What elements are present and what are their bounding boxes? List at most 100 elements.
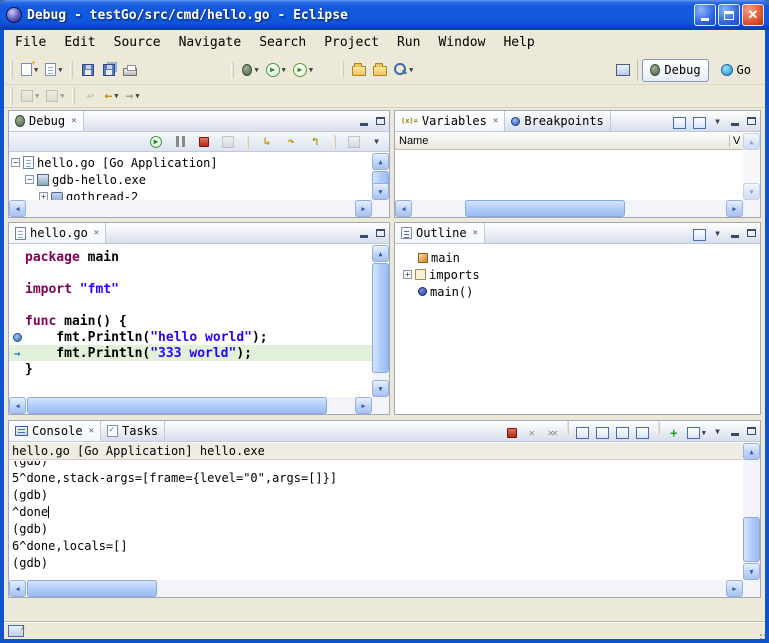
new-wizard-button[interactable]: ▼ [18,58,41,82]
last-edit-location-button[interactable]: ↩ [80,84,100,108]
view-minimize-button[interactable] [726,223,743,243]
scroll-up-button[interactable]: ▲ [743,443,760,460]
show-console-on-output-button[interactable] [633,421,653,445]
console-line[interactable]: (gdb) [12,488,743,505]
save-button[interactable] [78,58,98,82]
code-line[interactable]: fmt.Println("hello world"); [9,329,372,345]
variables-vertical-scrollbar[interactable]: ▲ ▼ [743,133,760,200]
scroll-left-button[interactable]: ◀ [9,200,26,217]
menu-navigate[interactable]: Navigate [170,33,251,52]
collapse-icon[interactable]: − [25,175,34,184]
titlebar[interactable]: Debug - testGo/src/cmd/hello.go - Eclips… [0,0,769,30]
code-line[interactable]: func main() { [9,313,372,329]
scroll-lock-button[interactable] [573,421,593,445]
print-button[interactable] [120,58,140,82]
view-menu-button[interactable]: ▼ [709,111,726,131]
scroll-down-button[interactable]: ▼ [372,380,389,397]
view-maximize-button[interactable] [743,421,760,441]
step-return-button[interactable]: ↰ [305,130,325,154]
open-resource-button[interactable] [349,58,369,82]
scroll-right-button[interactable]: ▶ [726,200,743,217]
scroll-up-button[interactable]: ▲ [372,245,389,262]
search-button[interactable]: ▼ [391,58,416,82]
code-line[interactable]: import "fmt" [9,281,372,297]
console-line[interactable]: (gdb) [12,461,743,471]
next-annotation-button[interactable]: ▼ [18,84,42,108]
open-console-button[interactable]: ▼ [684,421,709,445]
remove-all-terminated-button[interactable]: ✕✕ [542,421,562,445]
code-line[interactable]: → fmt.Println("333 world"); [9,345,372,361]
dropdown-arrow-icon[interactable]: ▼ [254,66,258,74]
view-maximize-button[interactable] [743,111,760,131]
show-type-names-button[interactable] [669,111,689,135]
dropdown-arrow-icon[interactable]: ▼ [282,66,286,74]
scroll-up-button[interactable]: ▲ [372,153,389,170]
resume-button[interactable]: ▶ [146,130,166,154]
scrollbar-thumb[interactable] [372,263,389,373]
dropdown-arrow-icon[interactable]: ▼ [35,92,39,100]
terminate-button[interactable] [194,130,214,154]
step-into-button[interactable]: ↳ [257,130,277,154]
scroll-up-button[interactable]: ▲ [743,133,760,150]
console-output[interactable]: (gdb)5^done,stack-args=[frame={level="0"… [9,461,743,580]
scrollbar-thumb[interactable] [27,397,327,414]
menu-help[interactable]: Help [494,33,543,52]
view-maximize-button[interactable] [372,111,389,131]
scrollbar-thumb[interactable] [743,517,760,562]
save-all-button[interactable] [99,58,119,82]
scroll-left-button[interactable]: ◀ [9,580,26,597]
open-file-button[interactable] [370,58,390,82]
previous-annotation-button[interactable]: ▼ [43,84,67,108]
code-line[interactable] [9,297,372,313]
collapse-icon[interactable]: − [11,158,20,167]
menu-edit[interactable]: Edit [55,33,104,52]
console-line[interactable]: 5^done,stack-args=[frame={level="0",args… [12,471,743,488]
drop-to-frame-button[interactable] [344,130,364,154]
view-menu-button[interactable]: ▼ [709,421,726,441]
code-line[interactable]: } [9,361,372,377]
scrollbar-thumb[interactable] [27,580,157,597]
outline-item[interactable]: main [401,249,760,266]
dropdown-arrow-icon[interactable]: ▼ [309,66,313,74]
editor-vertical-scrollbar[interactable]: ▲ ▼ [372,245,389,397]
pointer-marker-icon[interactable]: → [9,347,25,360]
debug-button[interactable]: ▼ [239,58,261,82]
view-maximize-button[interactable] [372,223,389,243]
external-tools-button[interactable]: ▶▼ [290,58,316,82]
perspective-debug-button[interactable]: Debug [642,59,708,82]
scroll-right-button[interactable]: ▶ [726,580,743,597]
tab-breakpoints[interactable]: Breakpoints [505,111,610,131]
close-tab-icon[interactable]: ✕ [89,426,94,436]
display-selected-console-button[interactable]: + [664,421,684,445]
scroll-left-button[interactable]: ◀ [395,200,412,217]
disconnect-button[interactable] [218,130,238,154]
variables-horizontal-scrollbar[interactable]: ◀ ▶ [395,200,743,217]
code-area[interactable]: package mainimport "fmt"func main() { fm… [9,245,372,397]
terminate-button[interactable] [502,421,522,445]
dropdown-arrow-icon[interactable]: ▼ [702,429,706,437]
scroll-down-button[interactable]: ▼ [743,563,760,580]
console-line[interactable]: ^done [12,505,743,522]
code-line[interactable] [9,265,372,281]
menu-window[interactable]: Window [429,33,494,52]
new-go-element-button[interactable]: ▼ [42,58,65,82]
menu-file[interactable]: File [6,33,55,52]
menu-source[interactable]: Source [105,33,170,52]
debug-tree-item[interactable]: −hello.go [Go Application] [9,154,372,171]
editor-body[interactable]: package mainimport "fmt"func main() { fm… [9,245,389,414]
console-horizontal-scrollbar[interactable]: ◀ ▶ [9,580,743,597]
suspend-button[interactable] [170,130,190,154]
collapse-all-button[interactable] [689,111,709,135]
breakpoint-marker-icon[interactable] [9,333,25,342]
expand-icon[interactable]: + [403,270,412,279]
column-name[interactable]: Name [399,135,729,147]
debug-vertical-scrollbar[interactable]: ▲ ▼ [372,153,389,200]
close-button[interactable]: ✕ [742,4,764,26]
run-button[interactable]: ▶▼ [263,58,289,82]
view-maximize-button[interactable] [743,223,760,243]
tab-hello-go[interactable]: hello.go ✕ [9,223,106,243]
remove-launch-button[interactable]: ✕ [522,421,542,445]
dropdown-arrow-icon[interactable]: ▼ [135,92,139,100]
back-button[interactable]: ←▼ [101,84,121,108]
open-perspective-button[interactable] [613,58,633,82]
